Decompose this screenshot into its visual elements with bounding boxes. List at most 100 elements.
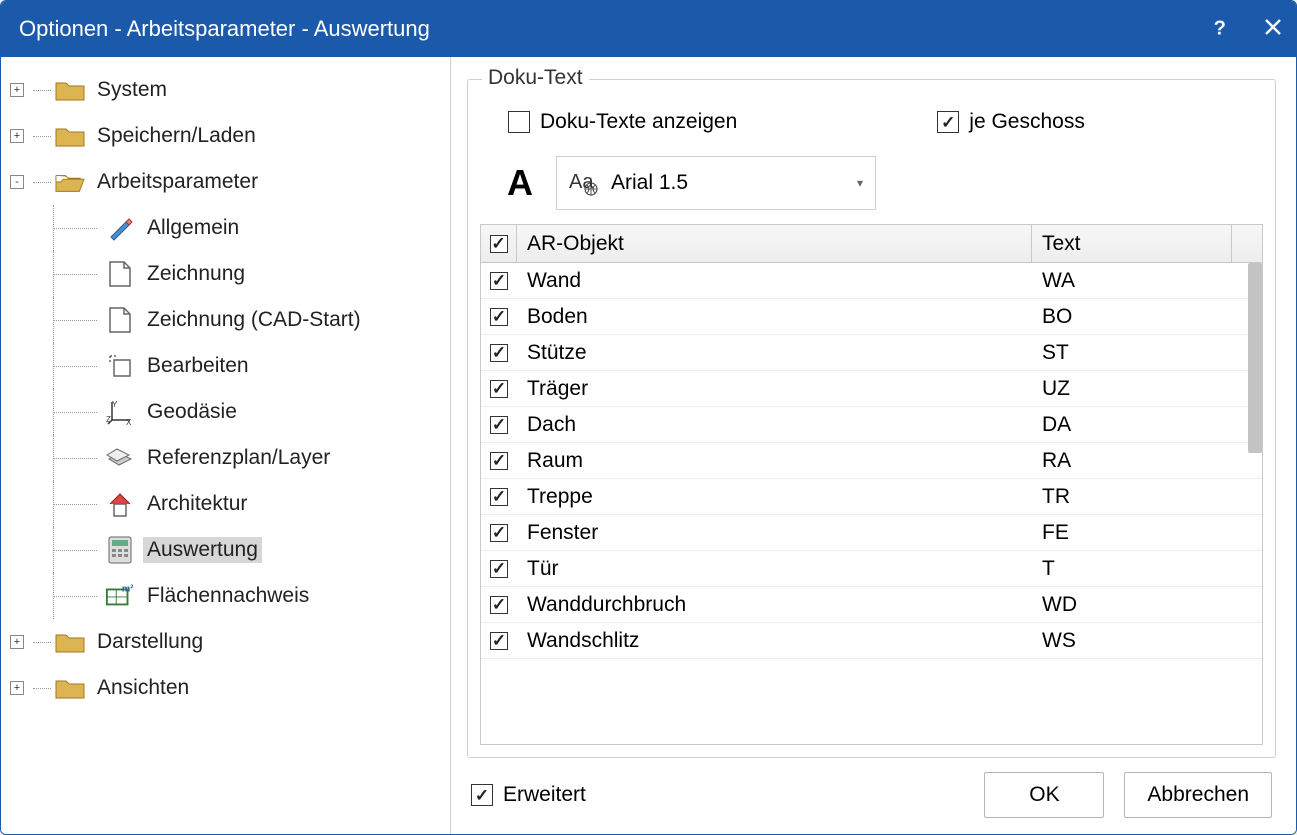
tree-label: Arbeitsparameter — [93, 169, 262, 195]
tree-item-ansichten[interactable]: + Ansichten — [7, 665, 444, 711]
tree-toggle-icon[interactable]: + — [10, 129, 24, 143]
cell-ar-objekt: Fenster — [517, 521, 1032, 545]
tree-toggle-icon[interactable]: + — [10, 83, 24, 97]
table-row[interactable]: TürT — [481, 551, 1262, 587]
table-row[interactable]: FensterFE — [481, 515, 1262, 551]
tree-label: Allgemein — [143, 215, 243, 241]
help-icon[interactable]: ? — [1210, 16, 1232, 43]
table-row[interactable]: TrägerUZ — [481, 371, 1262, 407]
group-title: Doku-Text — [482, 66, 589, 90]
folder-icon — [55, 627, 85, 657]
tree-node-icon — [105, 213, 135, 243]
ar-objekt-table: AR-Objekt Text WandWABodenBOStützeSTTräg… — [480, 224, 1263, 745]
tree-item-architektur[interactable]: Architektur — [7, 481, 444, 527]
tree-panel[interactable]: + System + Speichern/Laden - Arbeitsparameter… — [1, 57, 451, 834]
tree-item-darstellung[interactable]: +Darstellung — [7, 619, 444, 665]
cell-ar-objekt: Raum — [517, 449, 1032, 473]
header-check-all[interactable] — [481, 225, 517, 262]
row-checkbox[interactable] — [481, 416, 517, 434]
erweitert-checkbox[interactable]: Erweitert — [471, 783, 586, 807]
doku-anzeigen-checkbox[interactable]: Doku-Texte anzeigen — [508, 110, 737, 134]
checkbox-row: Doku-Texte anzeigen je Geschoss — [480, 102, 1263, 152]
table-body[interactable]: WandWABodenBOStützeSTTrägerUZDachDARaumR… — [481, 263, 1262, 744]
cell-ar-objekt: Tür — [517, 557, 1032, 581]
row-checkbox[interactable] — [481, 488, 517, 506]
row-checkbox[interactable] — [481, 380, 517, 398]
titlebar: Optionen - Arbeitsparameter - Auswertung… — [1, 1, 1296, 57]
tree-item-geod-sie[interactable]: YZX Geodäsie — [7, 389, 444, 435]
checkbox-icon — [490, 452, 508, 470]
cell-text: WA — [1032, 269, 1232, 293]
checkbox-icon — [508, 111, 530, 133]
window-title: Optionen - Arbeitsparameter - Auswertung — [19, 16, 430, 42]
tree-toggle-icon[interactable]: + — [10, 635, 24, 649]
tree-item-fl-chennachweis[interactable]: m²Flächennachweis — [7, 573, 444, 619]
chevron-down-icon: ▾ — [857, 176, 863, 190]
cell-text: UZ — [1032, 377, 1232, 401]
je-geschoss-label: je Geschoss — [969, 110, 1085, 134]
tree-node-icon — [105, 259, 135, 289]
tree-toggle-icon[interactable]: + — [10, 681, 24, 695]
table-row[interactable]: BodenBO — [481, 299, 1262, 335]
ok-button[interactable]: OK — [984, 772, 1104, 818]
row-checkbox[interactable] — [481, 452, 517, 470]
tree-node-icon — [105, 305, 135, 335]
je-geschoss-checkbox[interactable]: je Geschoss — [937, 110, 1085, 134]
scrollbar-thumb[interactable] — [1248, 263, 1262, 453]
header-ar-objekt[interactable]: AR-Objekt — [517, 225, 1032, 262]
table-row[interactable]: WanddurchbruchWD — [481, 587, 1262, 623]
checkbox-icon — [490, 416, 508, 434]
table-row[interactable]: WandWA — [481, 263, 1262, 299]
tree-item-allgemein[interactable]: Allgemein — [7, 205, 444, 251]
table-row[interactable]: DachDA — [481, 407, 1262, 443]
dialog-footer: Erweitert OK Abbrechen — [467, 758, 1276, 822]
table-row[interactable]: TreppeTR — [481, 479, 1262, 515]
cell-ar-objekt: Wandschlitz — [517, 629, 1032, 653]
header-text[interactable]: Text — [1032, 225, 1232, 262]
svg-text:?: ? — [1214, 17, 1226, 38]
tree-item-system[interactable]: + System — [7, 67, 444, 113]
tree-label: Auswertung — [143, 537, 262, 563]
tree-item-zeichnung-cad-start-[interactable]: Zeichnung (CAD-Start) — [7, 297, 444, 343]
row-checkbox[interactable] — [481, 308, 517, 326]
tree-label: Speichern/Laden — [93, 123, 260, 149]
row-checkbox[interactable] — [481, 272, 517, 290]
tree-node-icon: YZX — [105, 397, 135, 427]
cell-ar-objekt: Stütze — [517, 341, 1032, 365]
cell-ar-objekt: Wanddurchbruch — [517, 593, 1032, 617]
content-panel: Doku-Text Doku-Texte anzeigen je Geschos… — [451, 57, 1296, 834]
font-select[interactable]: Aa Arial 1.5 ▾ — [556, 156, 876, 210]
tree-item-bearbeiten[interactable]: Bearbeiten — [7, 343, 444, 389]
cell-text: RA — [1032, 449, 1232, 473]
checkbox-icon — [490, 308, 508, 326]
font-name-label: Arial 1.5 — [611, 171, 845, 195]
checkbox-icon — [471, 784, 493, 806]
tree-label: System — [93, 77, 171, 103]
table-row[interactable]: StützeST — [481, 335, 1262, 371]
cell-ar-objekt: Dach — [517, 413, 1032, 437]
checkbox-icon — [490, 524, 508, 542]
tree-item-zeichnung[interactable]: Zeichnung — [7, 251, 444, 297]
table-row[interactable]: WandschlitzWS — [481, 623, 1262, 659]
row-checkbox[interactable] — [481, 560, 517, 578]
cell-text: FE — [1032, 521, 1232, 545]
cancel-button[interactable]: Abbrechen — [1124, 772, 1272, 818]
tree-label: Geodäsie — [143, 399, 241, 425]
tree-item-auswertung[interactable]: Auswertung — [7, 527, 444, 573]
row-checkbox[interactable] — [481, 596, 517, 614]
tree-item-arbeitsparameter[interactable]: - Arbeitsparameter — [7, 159, 444, 205]
tree-item-referenzplan-layer[interactable]: Referenzplan/Layer — [7, 435, 444, 481]
options-dialog: Optionen - Arbeitsparameter - Auswertung… — [0, 0, 1297, 835]
row-checkbox[interactable] — [481, 524, 517, 542]
tree-label: Ansichten — [93, 675, 193, 701]
tree-toggle-icon[interactable]: - — [10, 175, 24, 189]
folder-icon — [55, 75, 85, 105]
close-icon[interactable] — [1264, 18, 1282, 41]
row-checkbox[interactable] — [481, 632, 517, 650]
svg-text:Y: Y — [112, 400, 118, 409]
checkbox-icon — [490, 488, 508, 506]
doku-anzeigen-label: Doku-Texte anzeigen — [540, 110, 737, 134]
tree-item-speichern-laden[interactable]: + Speichern/Laden — [7, 113, 444, 159]
table-row[interactable]: RaumRA — [481, 443, 1262, 479]
row-checkbox[interactable] — [481, 344, 517, 362]
